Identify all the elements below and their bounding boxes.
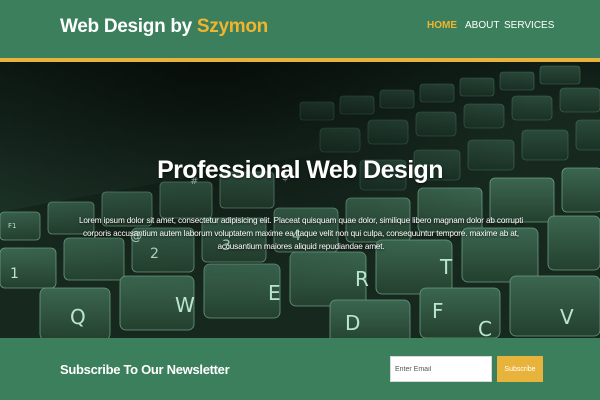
brand-prefix: Web Design by xyxy=(60,16,197,37)
site-header: Web Design by Szymon HOME ABOUT SERVICES xyxy=(0,0,600,58)
nav-home[interactable]: HOME xyxy=(427,20,457,31)
brand-highlight: Szymon xyxy=(196,16,268,37)
hero-title: Professional Web Design xyxy=(157,156,443,184)
newsletter-section: Subscribe To Our Newsletter Subscribe xyxy=(0,338,600,400)
nav-about[interactable]: ABOUT xyxy=(465,20,499,31)
email-field[interactable] xyxy=(390,356,492,382)
hero-showcase: F1 @ # $ 1 2 3 4 Q W E R T D F C V Profe… xyxy=(0,62,600,338)
hero-overlay xyxy=(0,62,600,338)
subscribe-button[interactable]: Subscribe xyxy=(497,356,543,382)
nav-services[interactable]: SERVICES xyxy=(504,20,554,31)
brand-logo[interactable]: Web Design by Szymon xyxy=(60,16,268,38)
hero-description: Lorem ipsum dolor sit amet, consectetur … xyxy=(78,216,524,252)
newsletter-title: Subscribe To Our Newsletter xyxy=(60,362,230,377)
